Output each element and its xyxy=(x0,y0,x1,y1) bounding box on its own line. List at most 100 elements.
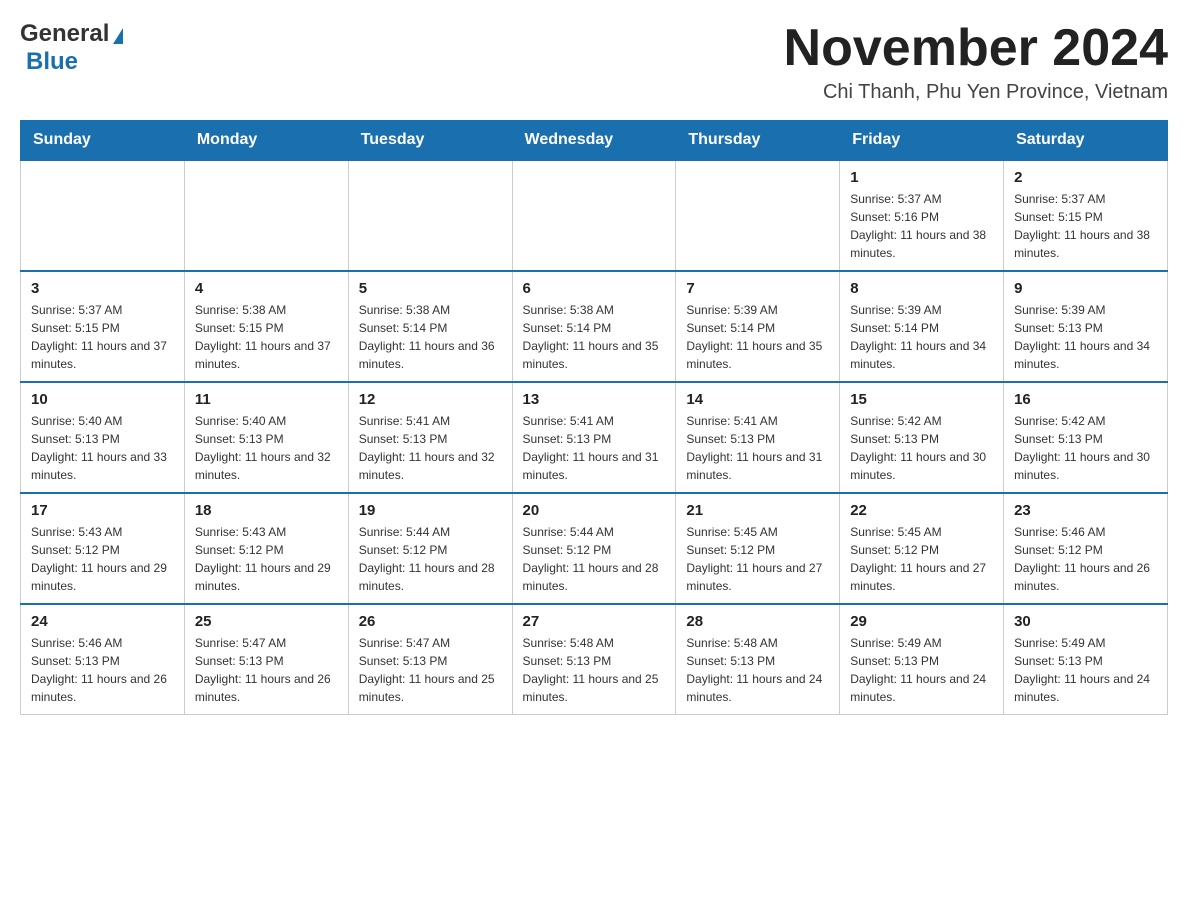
day-number: 24 xyxy=(31,613,174,630)
day-number: 14 xyxy=(686,391,829,408)
calendar-cell: 17Sunrise: 5:43 AM Sunset: 5:12 PM Dayli… xyxy=(21,493,185,604)
calendar-cell: 13 Sunrise: 5:41 AM Sunset: 5:13 PM Dayli… xyxy=(512,382,676,493)
calendar-cell: 10 Sunrise: 5:40 AM Sunset: 5:13 PM Dayli… xyxy=(21,382,185,493)
calendar-cell: 8Sunrise: 5:39 AM Sunset: 5:14 PM Daylig… xyxy=(840,271,1004,382)
day-info: Sunrise: 5:38 AM Sunset: 5:14 PM Dayligh… xyxy=(359,301,502,373)
day-info: Sunrise: 5:46 AM Sunset: 5:13 PM Dayligh… xyxy=(31,634,174,706)
day-number: 23 xyxy=(1014,502,1157,519)
calendar-cell xyxy=(348,160,512,271)
calendar-cell: 30 Sunrise: 5:49 AM Sunset: 5:13 PM Dayli… xyxy=(1004,604,1168,715)
weekday-header-sunday: Sunday xyxy=(21,121,185,161)
weekday-header-thursday: Thursday xyxy=(676,121,840,161)
day-info: Sunrise: 5:37 AM Sunset: 5:15 PM Dayligh… xyxy=(31,301,174,373)
day-info: Sunrise: 5:48 AM Sunset: 5:13 PM Dayligh… xyxy=(686,634,829,706)
calendar-cell: 27Sunrise: 5:48 AM Sunset: 5:13 PM Dayli… xyxy=(512,604,676,715)
day-number: 4 xyxy=(195,280,338,297)
calendar-cell: 26Sunrise: 5:47 AM Sunset: 5:13 PM Dayli… xyxy=(348,604,512,715)
week-row-3: 10 Sunrise: 5:40 AM Sunset: 5:13 PM Dayli… xyxy=(21,382,1168,493)
calendar-cell: 2 Sunrise: 5:37 AM Sunset: 5:15 PM Daylig… xyxy=(1004,160,1168,271)
calendar-cell: 5 Sunrise: 5:38 AM Sunset: 5:14 PM Daylig… xyxy=(348,271,512,382)
calendar-cell: 3Sunrise: 5:37 AM Sunset: 5:15 PM Daylig… xyxy=(21,271,185,382)
day-info: Sunrise: 5:47 AM Sunset: 5:13 PM Dayligh… xyxy=(195,634,338,706)
day-info: Sunrise: 5:43 AM Sunset: 5:12 PM Dayligh… xyxy=(31,523,174,595)
day-number: 10 xyxy=(31,391,174,408)
calendar-header-row: SundayMondayTuesdayWednesdayThursdayFrid… xyxy=(21,121,1168,161)
calendar-table: SundayMondayTuesdayWednesdayThursdayFrid… xyxy=(20,120,1168,715)
logo-general-text: General xyxy=(20,20,109,48)
day-number: 1 xyxy=(850,169,993,186)
weekday-header-monday: Monday xyxy=(184,121,348,161)
day-info: Sunrise: 5:48 AM Sunset: 5:13 PM Dayligh… xyxy=(523,634,666,706)
week-row-2: 3Sunrise: 5:37 AM Sunset: 5:15 PM Daylig… xyxy=(21,271,1168,382)
day-number: 30 xyxy=(1014,613,1157,630)
calendar-cell: 12Sunrise: 5:41 AM Sunset: 5:13 PM Dayli… xyxy=(348,382,512,493)
calendar-cell: 11Sunrise: 5:40 AM Sunset: 5:13 PM Dayli… xyxy=(184,382,348,493)
day-info: Sunrise: 5:39 AM Sunset: 5:14 PM Dayligh… xyxy=(850,301,993,373)
page-header: General Blue November 2024 Chi Thanh, Ph… xyxy=(20,20,1168,104)
calendar-cell: 19Sunrise: 5:44 AM Sunset: 5:12 PM Dayli… xyxy=(348,493,512,604)
weekday-header-friday: Friday xyxy=(840,121,1004,161)
day-number: 5 xyxy=(359,280,502,297)
day-number: 18 xyxy=(195,502,338,519)
day-info: Sunrise: 5:43 AM Sunset: 5:12 PM Dayligh… xyxy=(195,523,338,595)
calendar-cell xyxy=(21,160,185,271)
weekday-header-tuesday: Tuesday xyxy=(348,121,512,161)
day-info: Sunrise: 5:41 AM Sunset: 5:13 PM Dayligh… xyxy=(686,412,829,484)
calendar-cell: 24 Sunrise: 5:46 AM Sunset: 5:13 PM Dayli… xyxy=(21,604,185,715)
day-number: 22 xyxy=(850,502,993,519)
day-number: 28 xyxy=(686,613,829,630)
title-section: November 2024 Chi Thanh, Phu Yen Provinc… xyxy=(784,20,1168,104)
day-info: Sunrise: 5:38 AM Sunset: 5:15 PM Dayligh… xyxy=(195,301,338,373)
day-number: 29 xyxy=(850,613,993,630)
calendar-cell: 6 Sunrise: 5:38 AM Sunset: 5:14 PM Daylig… xyxy=(512,271,676,382)
calendar-cell: 22 Sunrise: 5:45 AM Sunset: 5:12 PM Dayli… xyxy=(840,493,1004,604)
calendar-cell: 16 Sunrise: 5:42 AM Sunset: 5:13 PM Dayli… xyxy=(1004,382,1168,493)
day-info: Sunrise: 5:42 AM Sunset: 5:13 PM Dayligh… xyxy=(1014,412,1157,484)
week-row-4: 17Sunrise: 5:43 AM Sunset: 5:12 PM Dayli… xyxy=(21,493,1168,604)
day-info: Sunrise: 5:49 AM Sunset: 5:13 PM Dayligh… xyxy=(850,634,993,706)
calendar-cell xyxy=(512,160,676,271)
week-row-1: 1Sunrise: 5:37 AM Sunset: 5:16 PM Daylig… xyxy=(21,160,1168,271)
day-info: Sunrise: 5:37 AM Sunset: 5:15 PM Dayligh… xyxy=(1014,190,1157,262)
logo: General Blue xyxy=(20,20,123,76)
day-info: Sunrise: 5:40 AM Sunset: 5:13 PM Dayligh… xyxy=(31,412,174,484)
day-info: Sunrise: 5:45 AM Sunset: 5:12 PM Dayligh… xyxy=(850,523,993,595)
day-number: 25 xyxy=(195,613,338,630)
day-info: Sunrise: 5:42 AM Sunset: 5:13 PM Dayligh… xyxy=(850,412,993,484)
day-number: 21 xyxy=(686,502,829,519)
day-info: Sunrise: 5:44 AM Sunset: 5:12 PM Dayligh… xyxy=(523,523,666,595)
day-number: 7 xyxy=(686,280,829,297)
day-number: 6 xyxy=(523,280,666,297)
day-number: 20 xyxy=(523,502,666,519)
day-info: Sunrise: 5:46 AM Sunset: 5:12 PM Dayligh… xyxy=(1014,523,1157,595)
day-number: 2 xyxy=(1014,169,1157,186)
calendar-cell: 14 Sunrise: 5:41 AM Sunset: 5:13 PM Dayli… xyxy=(676,382,840,493)
logo-blue-text: Blue xyxy=(26,48,78,76)
calendar-cell: 4 Sunrise: 5:38 AM Sunset: 5:15 PM Daylig… xyxy=(184,271,348,382)
calendar-cell: 21 Sunrise: 5:45 AM Sunset: 5:12 PM Dayli… xyxy=(676,493,840,604)
day-number: 16 xyxy=(1014,391,1157,408)
day-number: 12 xyxy=(359,391,502,408)
weekday-header-saturday: Saturday xyxy=(1004,121,1168,161)
day-info: Sunrise: 5:49 AM Sunset: 5:13 PM Dayligh… xyxy=(1014,634,1157,706)
calendar-cell: 18 Sunrise: 5:43 AM Sunset: 5:12 PM Dayli… xyxy=(184,493,348,604)
calendar-cell: 15 Sunrise: 5:42 AM Sunset: 5:13 PM Dayli… xyxy=(840,382,1004,493)
day-info: Sunrise: 5:39 AM Sunset: 5:14 PM Dayligh… xyxy=(686,301,829,373)
calendar-cell: 28 Sunrise: 5:48 AM Sunset: 5:13 PM Dayli… xyxy=(676,604,840,715)
calendar-cell xyxy=(676,160,840,271)
day-info: Sunrise: 5:38 AM Sunset: 5:14 PM Dayligh… xyxy=(523,301,666,373)
day-number: 13 xyxy=(523,391,666,408)
day-info: Sunrise: 5:47 AM Sunset: 5:13 PM Dayligh… xyxy=(359,634,502,706)
calendar-cell: 7 Sunrise: 5:39 AM Sunset: 5:14 PM Daylig… xyxy=(676,271,840,382)
calendar-cell: 20 Sunrise: 5:44 AM Sunset: 5:12 PM Dayli… xyxy=(512,493,676,604)
calendar-cell xyxy=(184,160,348,271)
day-info: Sunrise: 5:40 AM Sunset: 5:13 PM Dayligh… xyxy=(195,412,338,484)
calendar-cell: 25 Sunrise: 5:47 AM Sunset: 5:13 PM Dayli… xyxy=(184,604,348,715)
month-title: November 2024 xyxy=(784,20,1168,77)
day-number: 9 xyxy=(1014,280,1157,297)
day-number: 19 xyxy=(359,502,502,519)
day-number: 15 xyxy=(850,391,993,408)
day-info: Sunrise: 5:45 AM Sunset: 5:12 PM Dayligh… xyxy=(686,523,829,595)
day-info: Sunrise: 5:41 AM Sunset: 5:13 PM Dayligh… xyxy=(523,412,666,484)
logo-arrow-icon xyxy=(113,28,123,44)
